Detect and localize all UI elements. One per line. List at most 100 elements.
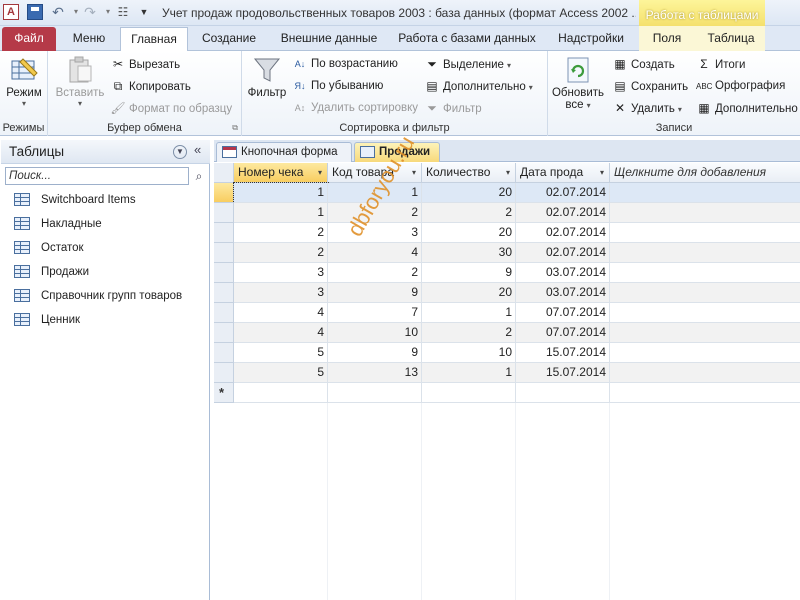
toggle-filter-button[interactable]: ⏷ Фильтр: [424, 98, 481, 118]
select-all-corner[interactable]: [214, 163, 234, 183]
table-cell[interactable]: 3: [234, 263, 328, 283]
column-header-sale-date[interactable]: Дата прода ▾: [516, 163, 610, 183]
table-cell[interactable]: 07.07.2014: [516, 303, 610, 323]
collapse-pane-icon[interactable]: «: [194, 142, 201, 157]
nav-item-stock[interactable]: Остаток: [14, 238, 84, 258]
table-cell-add-field[interactable]: [610, 203, 800, 223]
advanced-filter-button[interactable]: ▤ Дополнительно ▾: [424, 76, 532, 96]
table-cell[interactable]: 4: [234, 303, 328, 323]
tab-fields[interactable]: Поля: [639, 27, 695, 51]
customize-qat-icon[interactable]: ▼: [136, 4, 152, 20]
table-cell[interactable]: 02.07.2014: [516, 183, 610, 203]
totals-button[interactable]: Σ Итоги: [696, 54, 745, 74]
nav-item-sales[interactable]: Продажи: [14, 262, 89, 282]
row-selector[interactable]: [214, 263, 234, 283]
tab-home[interactable]: Главная: [120, 27, 188, 52]
row-selector[interactable]: [214, 223, 234, 243]
tab-file[interactable]: Файл: [2, 27, 56, 51]
table-cell[interactable]: 30: [422, 243, 516, 263]
table-cell[interactable]: 5: [234, 343, 328, 363]
new-record-cell[interactable]: [422, 383, 516, 403]
table-cell[interactable]: 9: [328, 343, 422, 363]
nav-menu-chevron-icon[interactable]: ▼: [173, 145, 187, 159]
tab-create[interactable]: Создание: [192, 27, 266, 51]
column-header-quantity[interactable]: Количество ▾: [422, 163, 516, 183]
table-cell[interactable]: 10: [422, 343, 516, 363]
column-header-add-field[interactable]: Щелкните для добавления: [610, 163, 800, 183]
table-cell[interactable]: 02.07.2014: [516, 223, 610, 243]
delete-record-button[interactable]: ✕ Удалить ▾: [612, 98, 682, 118]
table-cell[interactable]: 02.07.2014: [516, 243, 610, 263]
format-painter-button[interactable]: 🖌 Формат по образцу: [110, 98, 232, 118]
clipboard-launcher-icon[interactable]: ⧉: [232, 123, 238, 133]
table-cell[interactable]: 07.07.2014: [516, 323, 610, 343]
new-record-cell[interactable]: [328, 383, 422, 403]
sort-ascending-button[interactable]: A↓ По возрастанию: [292, 54, 398, 74]
table-cell[interactable]: 7: [328, 303, 422, 323]
column-header-receipt-number[interactable]: Номер чека ▾: [234, 163, 328, 183]
tab-addins[interactable]: Надстройки: [546, 27, 636, 51]
new-record-selector[interactable]: *: [214, 383, 234, 403]
remove-sort-button[interactable]: A↕ Удалить сортировку: [292, 98, 418, 118]
table-cell[interactable]: 1: [233, 182, 329, 204]
table-cell[interactable]: 3: [234, 283, 328, 303]
column-dropdown-icon[interactable]: ▾: [412, 163, 416, 182]
table-cell[interactable]: 03.07.2014: [516, 263, 610, 283]
table-cell-add-field[interactable]: [610, 363, 800, 383]
row-selector[interactable]: [214, 243, 234, 263]
table-cell[interactable]: 20: [422, 283, 516, 303]
table-cell-add-field[interactable]: [610, 283, 800, 303]
table-cell[interactable]: 2: [234, 223, 328, 243]
tab-database-tools[interactable]: Работа с базами данных: [392, 27, 542, 51]
table-cell-add-field[interactable]: [610, 343, 800, 363]
table-cell-add-field[interactable]: [610, 223, 800, 243]
paste-button[interactable]: Вставить ▾: [54, 55, 106, 108]
row-selector[interactable]: [214, 303, 234, 323]
table-cell[interactable]: 2: [328, 263, 422, 283]
filter-button[interactable]: Фильтр: [246, 55, 288, 99]
nav-search-input[interactable]: Поиск...: [5, 167, 189, 185]
save-record-button[interactable]: ▤ Сохранить: [612, 76, 688, 96]
spelling-button[interactable]: ABC Орфография: [696, 76, 785, 96]
table-cell[interactable]: 02.07.2014: [516, 203, 610, 223]
table-cell[interactable]: 4: [234, 323, 328, 343]
table-cell-add-field[interactable]: [610, 243, 800, 263]
refresh-all-button[interactable]: Обновить все ▾: [550, 55, 606, 111]
table-cell[interactable]: 20: [422, 223, 516, 243]
column-dropdown-icon[interactable]: ▾: [506, 163, 510, 182]
table-cell[interactable]: 1: [422, 303, 516, 323]
table-cell[interactable]: 2: [422, 203, 516, 223]
table-cell[interactable]: 9: [328, 283, 422, 303]
table-cell-add-field[interactable]: [610, 263, 800, 283]
cut-button[interactable]: ✂ Вырезать: [110, 54, 180, 74]
switchboard-icon[interactable]: ☷: [115, 4, 131, 20]
more-records-button[interactable]: ▦ Дополнительно: [696, 98, 797, 118]
nav-item-switchboard-items[interactable]: Switchboard Items: [14, 190, 136, 210]
row-selector[interactable]: [214, 203, 234, 223]
nav-item-invoices[interactable]: Накладные: [14, 214, 102, 234]
copy-button[interactable]: ⧉ Копировать: [110, 76, 191, 96]
tab-menu[interactable]: Меню: [62, 27, 116, 51]
tab-external-data[interactable]: Внешние данные: [270, 27, 388, 51]
row-selector[interactable]: [214, 283, 234, 303]
table-cell[interactable]: 20: [422, 183, 516, 203]
row-selector[interactable]: [214, 343, 234, 363]
table-cell[interactable]: 2: [422, 323, 516, 343]
table-cell[interactable]: 15.07.2014: [516, 343, 610, 363]
new-record-cell[interactable]: [610, 383, 800, 403]
table-cell[interactable]: 1: [422, 363, 516, 383]
table-cell[interactable]: 03.07.2014: [516, 283, 610, 303]
nav-pane-header[interactable]: Таблицы ▼ «: [1, 140, 210, 164]
search-icon[interactable]: ⌕: [190, 167, 208, 185]
table-cell[interactable]: 5: [234, 363, 328, 383]
save-icon[interactable]: [27, 4, 43, 20]
new-record-cell[interactable]: [516, 383, 610, 403]
access-app-icon[interactable]: A: [3, 4, 19, 20]
table-cell-add-field[interactable]: [610, 183, 800, 203]
table-cell[interactable]: 9: [422, 263, 516, 283]
column-dropdown-icon[interactable]: ▾: [318, 163, 322, 182]
table-cell[interactable]: 4: [328, 243, 422, 263]
table-cell-add-field[interactable]: [610, 303, 800, 323]
row-selector[interactable]: [214, 363, 234, 383]
table-cell[interactable]: 13: [328, 363, 422, 383]
